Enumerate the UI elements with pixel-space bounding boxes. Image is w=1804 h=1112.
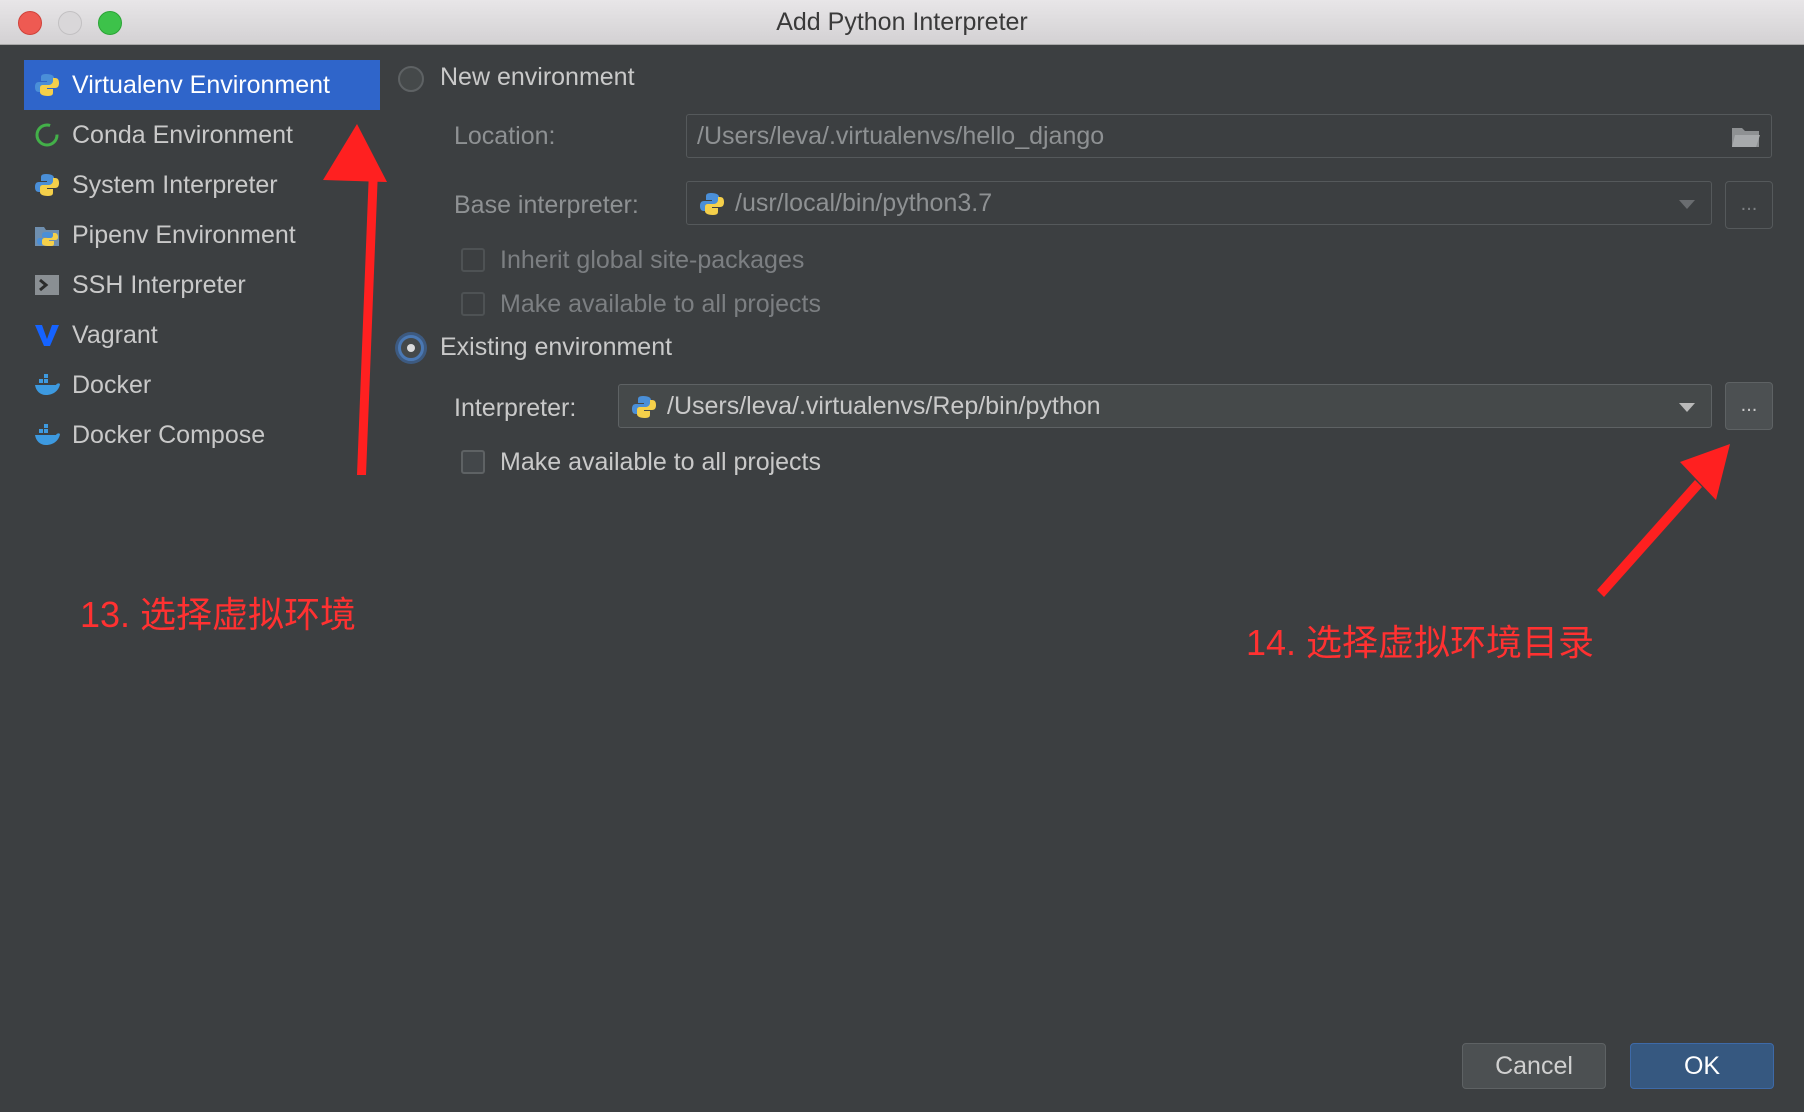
cancel-button[interactable]: Cancel [1462,1043,1606,1089]
step-14-annotation: 14. 选择虚拟环境目录 [1246,622,1595,663]
step-13-annotation: 13. 选择虚拟环境 [80,594,357,635]
annotation-arrows [323,124,1730,597]
ok-button[interactable]: OK [1630,1043,1774,1089]
arrow-to-browse-button [1597,444,1730,597]
arrow-to-virtualenv [323,124,387,475]
